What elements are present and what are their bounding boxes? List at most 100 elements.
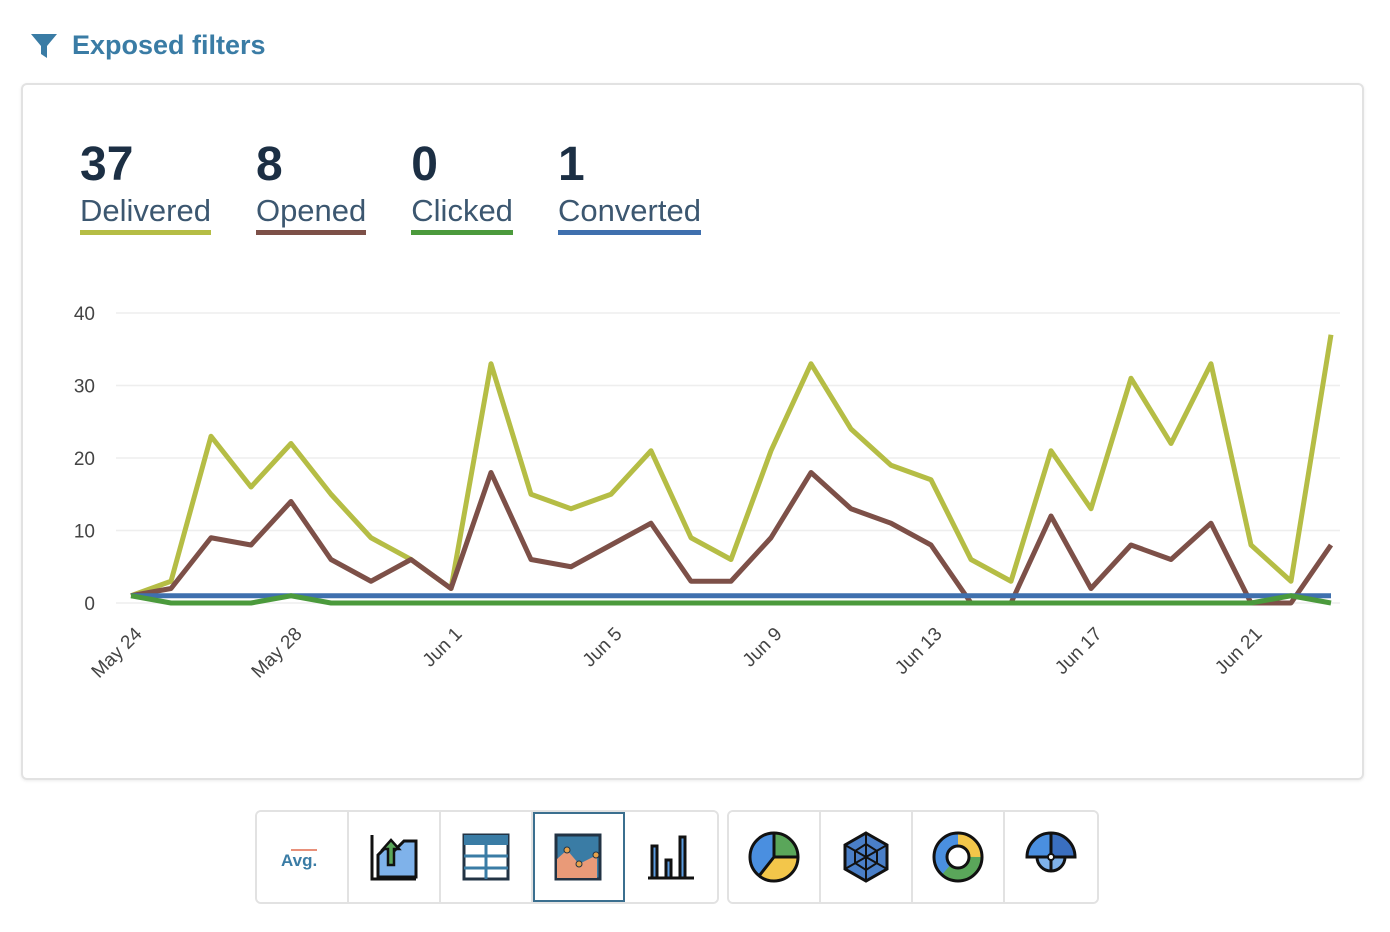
data-point-opened[interactable] [527,556,535,564]
data-point-delivered[interactable] [247,483,255,491]
data-point-clicked[interactable] [207,599,215,607]
data-point-opened[interactable] [407,556,415,564]
data-point-delivered[interactable] [327,490,335,498]
data-point-opened[interactable] [807,469,815,477]
data-point-delivered[interactable] [1207,360,1215,368]
data-point-delivered[interactable] [1007,577,1015,585]
data-point-opened[interactable] [567,563,575,571]
data-point-opened[interactable] [887,519,895,527]
data-point-converted[interactable] [1207,592,1215,600]
data-point-opened[interactable] [287,498,295,506]
data-point-clicked[interactable] [1287,592,1295,600]
data-point-converted[interactable] [767,592,775,600]
data-point-converted[interactable] [1047,592,1055,600]
data-point-converted[interactable] [1087,592,1095,600]
data-point-clicked[interactable] [327,599,335,607]
data-point-converted[interactable] [887,592,895,600]
data-point-clicked[interactable] [287,592,295,600]
data-point-converted[interactable] [367,592,375,600]
data-point-converted[interactable] [207,592,215,600]
data-point-clicked[interactable] [367,599,375,607]
polar-chart-button[interactable] [1005,812,1097,902]
data-point-delivered[interactable] [487,360,495,368]
data-point-delivered[interactable] [1287,577,1295,585]
data-point-delivered[interactable] [967,556,975,564]
data-point-opened[interactable] [247,541,255,549]
data-point-clicked[interactable] [967,599,975,607]
area-chart-button[interactable] [533,812,625,902]
data-point-converted[interactable] [567,592,575,600]
data-point-delivered[interactable] [527,490,535,498]
data-point-converted[interactable] [487,592,495,600]
data-point-clicked[interactable] [527,599,535,607]
data-point-clicked[interactable] [567,599,575,607]
data-point-converted[interactable] [647,592,655,600]
data-point-opened[interactable] [1327,541,1335,549]
data-point-clicked[interactable] [927,599,935,607]
table-button[interactable] [441,812,533,902]
data-point-opened[interactable] [647,519,655,527]
data-point-clicked[interactable] [487,599,495,607]
data-point-clicked[interactable] [847,599,855,607]
data-point-delivered[interactable] [567,505,575,513]
data-point-delivered[interactable] [927,476,935,484]
donut-chart-button[interactable] [913,812,1005,902]
data-point-delivered[interactable] [367,534,375,542]
average-button[interactable]: Avg. [257,812,349,902]
data-point-clicked[interactable] [167,599,175,607]
data-point-converted[interactable] [807,592,815,600]
data-point-converted[interactable] [527,592,535,600]
data-point-opened[interactable] [1047,512,1055,520]
trend-button[interactable] [349,812,441,902]
data-point-clicked[interactable] [607,599,615,607]
data-point-converted[interactable] [1007,592,1015,600]
data-point-delivered[interactable] [1167,440,1175,448]
data-point-clicked[interactable] [1167,599,1175,607]
data-point-converted[interactable] [687,592,695,600]
data-point-opened[interactable] [207,534,215,542]
data-point-delivered[interactable] [287,440,295,448]
data-point-opened[interactable] [167,585,175,593]
data-point-clicked[interactable] [1327,599,1335,607]
data-point-clicked[interactable] [727,599,735,607]
data-point-converted[interactable] [327,592,335,600]
data-point-delivered[interactable] [1127,374,1135,382]
data-point-converted[interactable] [1247,592,1255,600]
data-point-delivered[interactable] [687,534,695,542]
data-point-delivered[interactable] [1247,541,1255,549]
data-point-converted[interactable] [727,592,735,600]
data-point-opened[interactable] [327,556,335,564]
data-point-delivered[interactable] [647,447,655,455]
data-point-clicked[interactable] [1007,599,1015,607]
data-point-clicked[interactable] [767,599,775,607]
data-point-clicked[interactable] [807,599,815,607]
data-point-opened[interactable] [1167,556,1175,564]
data-point-opened[interactable] [367,577,375,585]
data-point-opened[interactable] [1207,519,1215,527]
data-point-delivered[interactable] [767,447,775,455]
data-point-opened[interactable] [847,505,855,513]
data-point-clicked[interactable] [1087,599,1095,607]
radar-chart-button[interactable] [821,812,913,902]
data-point-converted[interactable] [1127,592,1135,600]
data-point-clicked[interactable] [1207,599,1215,607]
data-point-opened[interactable] [607,541,615,549]
data-point-clicked[interactable] [1247,599,1255,607]
data-point-delivered[interactable] [727,556,735,564]
data-point-opened[interactable] [487,469,495,477]
data-point-delivered[interactable] [847,425,855,433]
pie-chart-button[interactable] [729,812,821,902]
data-point-opened[interactable] [447,585,455,593]
data-point-converted[interactable] [967,592,975,600]
data-point-delivered[interactable] [1327,331,1335,339]
data-point-clicked[interactable] [407,599,415,607]
data-point-clicked[interactable] [687,599,695,607]
data-point-opened[interactable] [1287,599,1295,607]
data-point-delivered[interactable] [807,360,815,368]
data-point-converted[interactable] [607,592,615,600]
data-point-converted[interactable] [247,592,255,600]
bar-chart-button[interactable] [625,812,717,902]
data-point-opened[interactable] [767,534,775,542]
data-point-converted[interactable] [847,592,855,600]
data-point-clicked[interactable] [647,599,655,607]
